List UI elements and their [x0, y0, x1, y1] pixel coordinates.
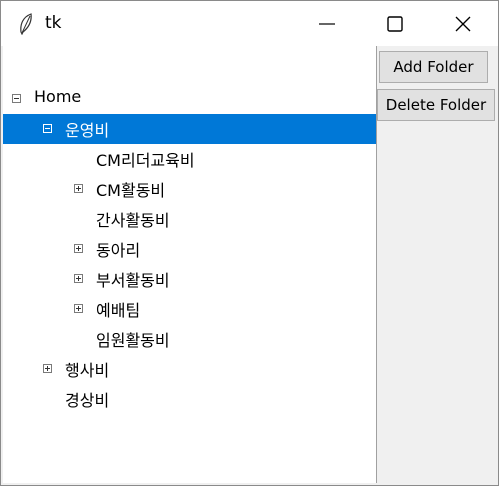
tree-item[interactable]: 경상비	[3, 384, 376, 414]
expand-icon[interactable]	[74, 274, 83, 283]
close-button[interactable]	[429, 1, 497, 46]
tree-item-label: 임원활동비	[96, 331, 170, 350]
tree-item-label: 운영비	[65, 121, 110, 140]
collapse-icon[interactable]	[43, 124, 52, 133]
folder-tree[interactable]: Home 운영비 CM리더교육비 CM활동비간사활동비동아리부서활동비예배팀임원활동비…	[3, 46, 377, 483]
tree-item-label: Home	[34, 87, 82, 106]
tree-item[interactable]: 운영비	[3, 114, 376, 144]
expand-icon[interactable]	[74, 184, 83, 193]
tree-item[interactable]: 동아리	[3, 234, 376, 264]
tree-item[interactable]: 예배팀	[3, 294, 376, 324]
maximize-button[interactable]	[361, 1, 429, 46]
expand-icon[interactable]	[74, 304, 83, 313]
add-folder-button[interactable]: Add Folder	[379, 51, 488, 83]
tree-item-label: CM활동비	[96, 181, 166, 200]
tree-item[interactable]: 간사활동비	[3, 204, 376, 234]
title-bar: tk	[1, 1, 498, 46]
tree-item-label: 간사활동비	[96, 211, 170, 230]
window-title: tk	[45, 13, 62, 33]
collapse-icon[interactable]	[12, 94, 21, 103]
tree-item-label: 동아리	[96, 241, 141, 260]
tree-item-label: CM리더교육비	[96, 151, 195, 170]
tree-item[interactable]: CM리더교육비	[3, 144, 376, 174]
expand-icon[interactable]	[43, 364, 52, 373]
feather-icon	[20, 13, 32, 35]
close-icon	[455, 16, 471, 32]
expand-icon[interactable]	[74, 244, 83, 253]
tree-item-label: 경상비	[65, 391, 110, 410]
delete-folder-button[interactable]: Delete Folder	[377, 89, 495, 121]
tree-item[interactable]: CM활동비	[3, 174, 376, 204]
tree-item-label: 행사비	[65, 361, 110, 380]
tree-item[interactable]: 행사비	[3, 354, 376, 384]
tree-item-label: 부서활동비	[96, 271, 170, 290]
app-window: tk Home 운영비 CM리더교육비 CM활동비간사활동비동아리부서활동비예배팀임원…	[0, 0, 499, 486]
minimize-icon	[319, 23, 335, 25]
tree-item[interactable]: 부서활동비	[3, 264, 376, 294]
maximize-icon	[387, 16, 403, 32]
minimize-button[interactable]	[293, 1, 361, 46]
tree-item[interactable]: Home	[3, 84, 376, 114]
tree-item[interactable]: 임원활동비	[3, 324, 376, 354]
tree-item-label: 예배팀	[96, 301, 141, 320]
